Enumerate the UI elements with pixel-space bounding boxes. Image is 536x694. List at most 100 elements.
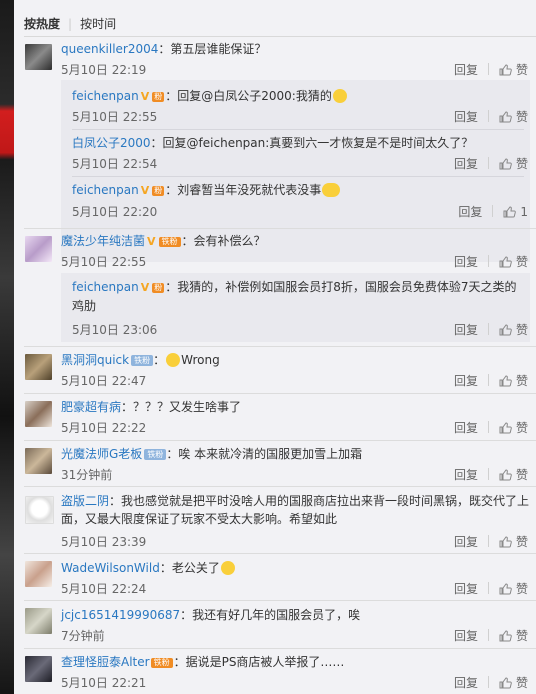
reply-list: feichenpan V 粉：我猜的，补偿例如国服会员打8折，国服会员免费体验7天之… xyxy=(61,273,530,342)
comment-actions: 回复 赞 xyxy=(454,61,528,78)
tab-by-popularity[interactable]: 按热度 xyxy=(24,15,60,32)
comment-username[interactable]: 盗版二阴 xyxy=(61,494,109,508)
like-button[interactable]: 赞 xyxy=(499,627,528,644)
like-count: 赞 xyxy=(515,255,528,269)
like-button[interactable]: 赞 xyxy=(499,466,528,483)
reply-button[interactable]: 回复 xyxy=(454,253,478,270)
reply-text: ：刘睿暂当年没死就代表没事 xyxy=(165,183,322,197)
thumbs-up-icon xyxy=(499,469,512,481)
avatar[interactable] xyxy=(25,401,52,427)
like-count: 赞 xyxy=(515,63,528,77)
reply-time: 5月10日 22:54 xyxy=(72,157,158,171)
comment-text: ：老公关了 xyxy=(159,561,220,575)
comment-time: 31分钟前 xyxy=(61,468,113,482)
comment-time: 7分钟前 xyxy=(61,629,105,643)
reply-button[interactable]: 回复 xyxy=(454,419,478,436)
verified-v-icon: V xyxy=(140,184,150,197)
background-image-strip xyxy=(0,0,14,694)
avatar[interactable] xyxy=(25,236,52,262)
emoji-icon xyxy=(332,89,347,103)
comment-line: 魔法少年纯洁菌 V 铁粉 ：会有补偿么？ xyxy=(61,232,531,251)
reply-button[interactable]: 回复 xyxy=(454,321,478,338)
comment-username[interactable]: 肥豪超有病 xyxy=(61,400,121,414)
like-button[interactable]: 赞 xyxy=(499,108,528,125)
avatar[interactable] xyxy=(25,561,52,587)
comment-divider xyxy=(24,440,536,441)
like-button[interactable]: 赞 xyxy=(499,533,528,550)
tab-by-time[interactable]: 按时间 xyxy=(80,15,116,32)
comment-username[interactable]: 魔法少年纯洁菌 xyxy=(61,234,145,248)
comment-username[interactable]: 查理怪脰泰Alter xyxy=(61,655,150,669)
comment-time: 5月10日 22:19 xyxy=(61,63,147,77)
thumbs-up-icon xyxy=(499,375,512,387)
like-button[interactable]: 赞 xyxy=(499,419,528,436)
like-count: 赞 xyxy=(515,421,528,435)
reply-button[interactable]: 回复 xyxy=(454,61,478,78)
like-count: 赞 xyxy=(515,535,528,549)
reply-button[interactable]: 回复 xyxy=(454,372,478,389)
avatar[interactable] xyxy=(25,44,52,70)
comment-line: 盗版二阴：我也感觉就是把平时没啥人用的国服商店拉出来背一段时间黑锅，既交代了上面… xyxy=(61,492,531,528)
reply-username[interactable]: feichenpan xyxy=(72,183,139,197)
like-button[interactable]: 赞 xyxy=(499,253,528,270)
reply-username[interactable]: feichenpan xyxy=(72,89,139,103)
like-button[interactable]: 赞 xyxy=(499,674,528,691)
avatar[interactable] xyxy=(25,656,52,682)
reply-button[interactable]: 回复 xyxy=(454,533,478,550)
avatar[interactable] xyxy=(25,496,54,524)
iron-fan-badge: 铁粉 xyxy=(131,355,154,366)
avatar[interactable] xyxy=(25,448,52,474)
comment-username[interactable]: 光魔法师G老板 xyxy=(61,447,142,461)
reply-actions: 回复 1 xyxy=(458,203,528,220)
comment-username[interactable]: 黑洞洞quick xyxy=(61,353,129,367)
reply-button[interactable]: 回复 xyxy=(454,627,478,644)
like-button[interactable]: 赞 xyxy=(499,155,528,172)
avatar[interactable] xyxy=(25,608,52,634)
reply-button[interactable]: 回复 xyxy=(454,580,478,597)
comment-actions: 回复 赞 xyxy=(454,580,528,597)
comment-text: ：会有补偿么？ xyxy=(181,234,266,248)
thumbs-up-icon xyxy=(499,630,512,642)
comment-username[interactable]: WadeWilsonWild xyxy=(61,561,160,575)
emoji-icon xyxy=(166,353,181,367)
like-count: 赞 xyxy=(515,374,528,388)
like-button[interactable]: 1 xyxy=(503,205,528,219)
reply-line: feichenpan V 粉：刘睿暂当年没死就代表没事 xyxy=(72,181,522,200)
reply-username[interactable]: 白凤公子2000 xyxy=(72,136,151,150)
comment-actions: 回复 赞 xyxy=(454,253,528,270)
comment-time: 5月10日 22:22 xyxy=(61,421,147,435)
comment-text: ：据说是PS商店被人举报了…… xyxy=(173,655,345,669)
thumbs-up-icon xyxy=(499,256,512,268)
comment-actions: 回复 赞 xyxy=(454,674,528,691)
verified-v-icon: V xyxy=(147,235,156,248)
thumbs-up-icon xyxy=(499,64,512,76)
reply-text: ：回复@feichenpan:真要到六一才恢复是不是时间太久了？ xyxy=(150,136,474,150)
like-button[interactable]: 赞 xyxy=(499,61,528,78)
fans-badge: 粉 xyxy=(152,283,165,293)
like-count: 赞 xyxy=(515,468,528,482)
comment-line: 查理怪脰泰Alter 铁粉 ：据说是PS商店被人举报了…… xyxy=(61,653,531,671)
emoji-icon xyxy=(220,561,235,575)
reply-button[interactable]: 回复 xyxy=(454,108,478,125)
like-button[interactable]: 赞 xyxy=(499,580,528,597)
comment-divider xyxy=(24,648,536,649)
comment-text: ：第五层谁能保证？ xyxy=(158,42,267,56)
reply-divider xyxy=(72,176,524,177)
reply-button[interactable]: 回复 xyxy=(454,674,478,691)
like-button[interactable]: 赞 xyxy=(499,321,528,338)
comment-actions: 回复 赞 xyxy=(454,466,528,483)
comment-time: 5月10日 22:24 xyxy=(61,582,147,596)
comment-time: 5月10日 22:55 xyxy=(61,255,147,269)
comment-username[interactable]: queenkiller2004 xyxy=(61,42,158,56)
avatar[interactable] xyxy=(25,354,52,380)
reply-button[interactable]: 回复 xyxy=(458,203,482,220)
thumbs-up-icon xyxy=(499,422,512,434)
reply-button[interactable]: 回复 xyxy=(454,155,478,172)
reply-username[interactable]: feichenpan xyxy=(72,280,139,294)
comment-username[interactable]: jcjc1651419990687 xyxy=(61,608,180,622)
reply-button[interactable]: 回复 xyxy=(454,466,478,483)
verified-v-icon: V xyxy=(140,90,150,103)
comment-divider xyxy=(24,553,536,554)
fans-badge: 粉 xyxy=(152,92,165,102)
like-button[interactable]: 赞 xyxy=(499,372,528,389)
